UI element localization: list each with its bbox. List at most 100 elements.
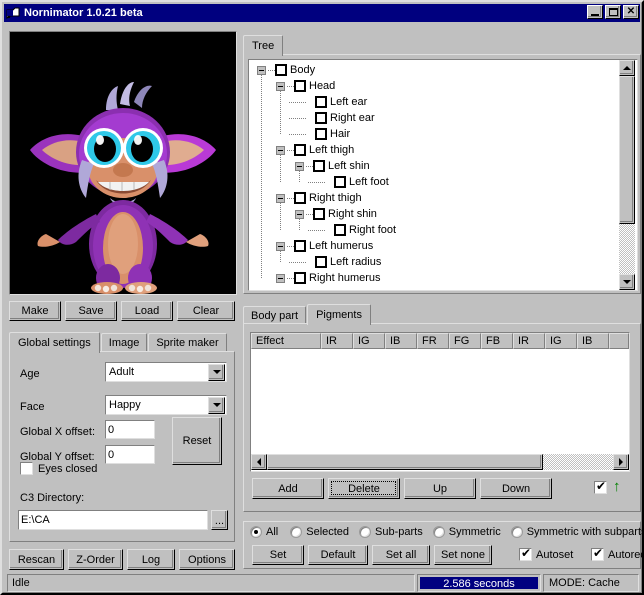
tree-item-checkbox[interactable] [275,64,287,76]
tab-sprite-maker[interactable]: Sprite maker [148,333,227,352]
set-all-button[interactable]: Set all [372,545,430,565]
pigments-column-header[interactable]: FB [481,333,513,349]
tree-item[interactable]: Right thigh [276,190,362,206]
tree-item[interactable]: Left humerus [276,238,373,254]
tree-item[interactable]: Hair [295,126,350,142]
radio-button[interactable] [290,526,303,538]
tree-view[interactable]: Body Head Left ear Right ear Hair Left thigh L… [248,59,638,291]
face-combobox[interactable]: Happy [105,395,227,415]
log-button[interactable]: Log [127,549,175,570]
tree-item-checkbox[interactable] [294,272,306,284]
make-button[interactable]: Make [9,301,61,321]
autoredraw-checkbox-row[interactable]: Autoredraw [591,547,644,561]
radio-button[interactable] [432,526,445,538]
z-order-button[interactable]: Z-Order [68,549,123,570]
close-button[interactable]: ✕ [623,5,639,19]
tree-collapse-icon[interactable] [295,161,304,171]
tree-scroll-track[interactable] [619,76,635,274]
hscroll-left-button[interactable] [251,454,267,470]
pigments-list[interactable]: Effect IR IG IB FR FG FB IR IG IB [250,332,630,472]
tree-item-checkbox[interactable] [294,192,306,204]
tree-item-checkbox[interactable] [313,208,325,220]
tree-collapse-icon[interactable] [276,81,285,91]
tree-vertical-scrollbar[interactable] [619,60,635,290]
hscroll-right-button[interactable] [613,454,629,470]
scope-radio-symmetric-with-subparts[interactable]: Symmetric with subparts [510,526,644,538]
tab-body-part[interactable]: Body part [243,306,307,324]
pigments-column-header[interactable]: IG [545,333,577,349]
tree-item-checkbox[interactable] [315,96,327,108]
autoset-checkbox[interactable] [519,547,532,561]
c3-directory-input[interactable]: E:\CA [18,510,208,530]
minimize-button[interactable] [587,5,603,19]
tree-item[interactable]: Left thigh [276,142,354,158]
tree-collapse-icon[interactable] [257,65,266,75]
save-button[interactable]: Save [65,301,117,321]
tree-item[interactable]: Body [257,62,315,78]
pigments-column-header[interactable]: FR [417,333,449,349]
add-pigment-button[interactable]: Add [252,478,324,499]
tree-item[interactable]: Left shin [295,158,370,174]
age-combobox[interactable]: Adult [105,362,227,382]
delete-pigment-button[interactable]: Delete [328,478,400,499]
tab-global-settings[interactable]: Global settings [9,332,100,353]
tree-item-checkbox[interactable] [334,176,346,188]
default-button[interactable]: Default [308,545,368,565]
tree-scroll-thumb[interactable] [619,76,635,224]
pigments-column-header[interactable]: IG [353,333,385,349]
tab-image[interactable]: Image [100,333,148,352]
rescan-button[interactable]: Rescan [9,549,64,570]
tree-item-checkbox[interactable] [294,240,306,252]
pigments-column-header[interactable]: IR [513,333,545,349]
tab-pigments[interactable]: Pigments [307,304,371,325]
tab-tree[interactable]: Tree [243,35,284,56]
radio-button[interactable] [510,526,523,538]
pigments-column-header[interactable]: IB [385,333,417,349]
tree-item[interactable]: Right humerus [276,270,381,286]
scroll-up-button[interactable] [619,60,635,76]
reset-button[interactable]: Reset [172,417,222,465]
global-y-offset-input[interactable]: 0 [105,445,155,464]
tree-item-checkbox[interactable] [315,112,327,124]
load-button[interactable]: Load [121,301,173,321]
tree-item-checkbox[interactable] [315,128,327,140]
tree-item[interactable]: Right foot [314,222,396,238]
scope-radio-all[interactable]: All [250,526,278,538]
hscroll-thumb[interactable] [267,454,543,470]
options-button[interactable]: Options [179,549,235,570]
tree-item[interactable]: Right ear [295,110,375,126]
eyes-closed-checkbox-row[interactable]: Eyes closed [20,462,97,475]
global-x-offset-input[interactable]: 0 [105,420,155,439]
clear-button[interactable]: Clear [177,301,235,321]
tree-collapse-icon[interactable] [276,145,285,155]
tree-collapse-icon[interactable] [276,193,285,203]
tree-collapse-icon[interactable] [276,241,285,251]
pigment-order-checkbox[interactable] [594,480,607,494]
eyes-closed-checkbox[interactable] [20,462,33,475]
tree-item-checkbox[interactable] [315,256,327,268]
autoredraw-checkbox[interactable] [591,547,604,561]
pigments-hscrollbar[interactable] [251,454,629,471]
tree-item-checkbox[interactable] [294,80,306,92]
pigments-column-header[interactable]: IB [577,333,609,349]
hscroll-track[interactable] [267,454,613,470]
autoset-checkbox-row[interactable]: Autoset [519,547,573,561]
pigments-column-header[interactable]: Effect [251,333,321,349]
tree-item[interactable]: Left radius [295,254,381,270]
move-up-button[interactable]: Up [404,478,476,499]
tree-item-checkbox[interactable] [294,144,306,156]
tree-item-checkbox[interactable] [313,160,325,172]
tree-item[interactable]: Head [276,78,335,94]
face-dropdown-arrow[interactable] [208,396,225,414]
scroll-down-button[interactable] [619,274,635,290]
tree-collapse-icon[interactable] [276,273,285,283]
scope-radio-selected[interactable]: Selected [290,526,349,538]
pigments-list-body[interactable] [251,350,629,453]
radio-button[interactable] [359,526,372,538]
move-down-button[interactable]: Down [480,478,552,499]
tree-item[interactable]: Left ear [295,94,367,110]
tree-collapse-icon[interactable] [295,209,304,219]
tree-item[interactable]: Right shin [295,206,377,222]
browse-directory-button[interactable]: ... [211,510,228,530]
pigments-column-header[interactable]: FG [449,333,481,349]
